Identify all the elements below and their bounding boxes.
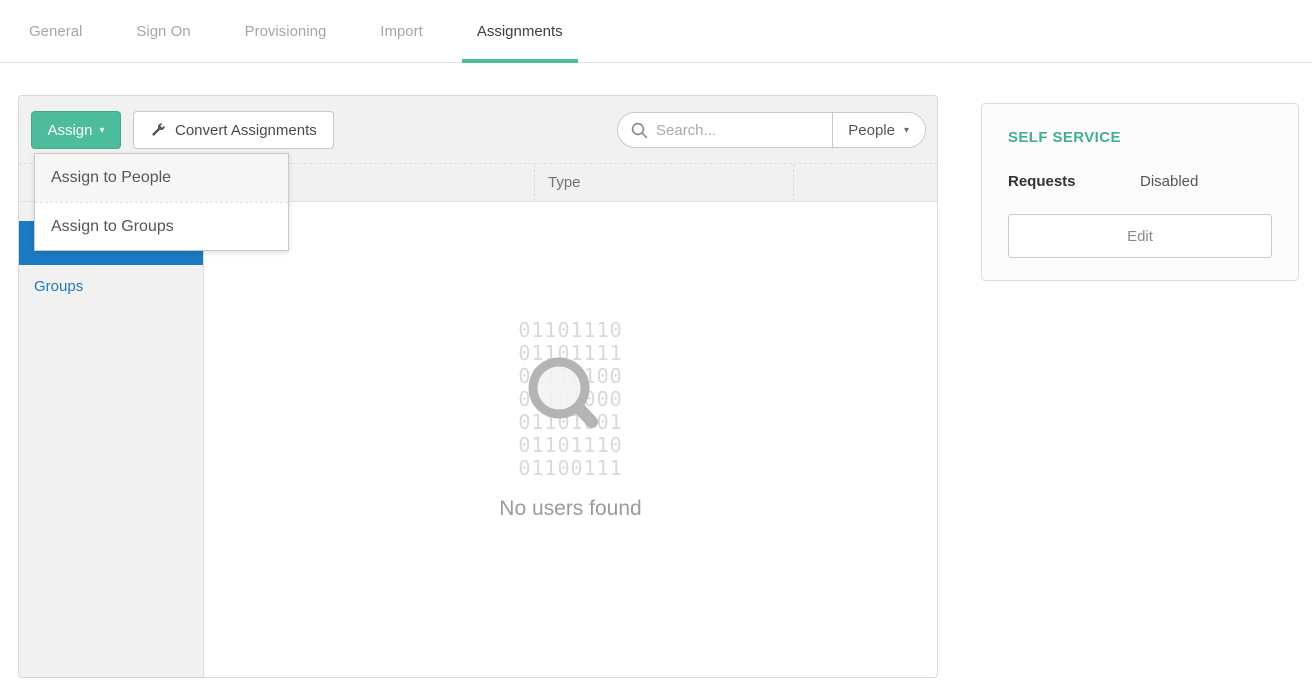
search-segment (618, 113, 832, 147)
assign-dropdown-menu: Assign to People Assign to Groups (34, 153, 289, 251)
self-service-title: SELF SERVICE (1008, 129, 1272, 146)
search-icon (631, 122, 648, 139)
menu-item-assign-to-people[interactable]: Assign to People (35, 154, 288, 202)
tab-assignments[interactable]: Assignments (462, 0, 578, 62)
table-header-actions (794, 164, 937, 201)
convert-assignments-label: Convert Assignments (175, 122, 317, 139)
search-input[interactable] (656, 122, 816, 139)
edit-button[interactable]: Edit (1008, 214, 1272, 258)
chevron-down-icon: ▾ (100, 125, 105, 136)
tab-general[interactable]: General (14, 0, 97, 62)
requests-status: Disabled (1140, 173, 1198, 190)
search-scope-dropdown[interactable]: People ▾ (832, 113, 925, 147)
chevron-down-icon: ▾ (904, 125, 909, 136)
tab-provisioning[interactable]: Provisioning (230, 0, 342, 62)
search-scope-label: People (848, 122, 895, 139)
assignments-content: 01101110 01101111 01110100 01101000 0110… (204, 202, 937, 677)
table-header-type: Type (535, 164, 794, 201)
menu-item-assign-to-groups[interactable]: Assign to Groups (35, 202, 288, 250)
requests-label: Requests (1008, 173, 1140, 190)
sidebar-item-groups[interactable]: Groups (19, 265, 203, 309)
app-tab-bar: General Sign On Provisioning Import Assi… (0, 0, 1312, 63)
tab-import[interactable]: Import (365, 0, 438, 62)
binary-line: 01101110 (421, 319, 721, 342)
assign-button[interactable]: Assign ▾ (31, 111, 121, 149)
tab-sign-on[interactable]: Sign On (121, 0, 205, 62)
wrench-icon (150, 122, 166, 138)
convert-assignments-button[interactable]: Convert Assignments (133, 111, 334, 149)
assignments-panel: Assign ▾ Convert Assignments People ▾ (18, 95, 938, 678)
binary-line: 01100111 (421, 457, 721, 480)
assignment-filter-sidebar: People Groups (19, 202, 204, 677)
empty-state: 01101110 01101111 01110100 01101000 0110… (421, 319, 721, 677)
self-service-panel: SELF SERVICE Requests Disabled Edit (981, 103, 1299, 281)
search-control: People ▾ (617, 112, 926, 148)
empty-state-message: No users found (421, 497, 721, 521)
magnifier-icon (517, 348, 609, 440)
requests-row: Requests Disabled (1008, 173, 1272, 190)
assign-button-label: Assign (47, 122, 92, 139)
table-body: People Groups 01101110 01101111 01110100… (19, 202, 937, 677)
